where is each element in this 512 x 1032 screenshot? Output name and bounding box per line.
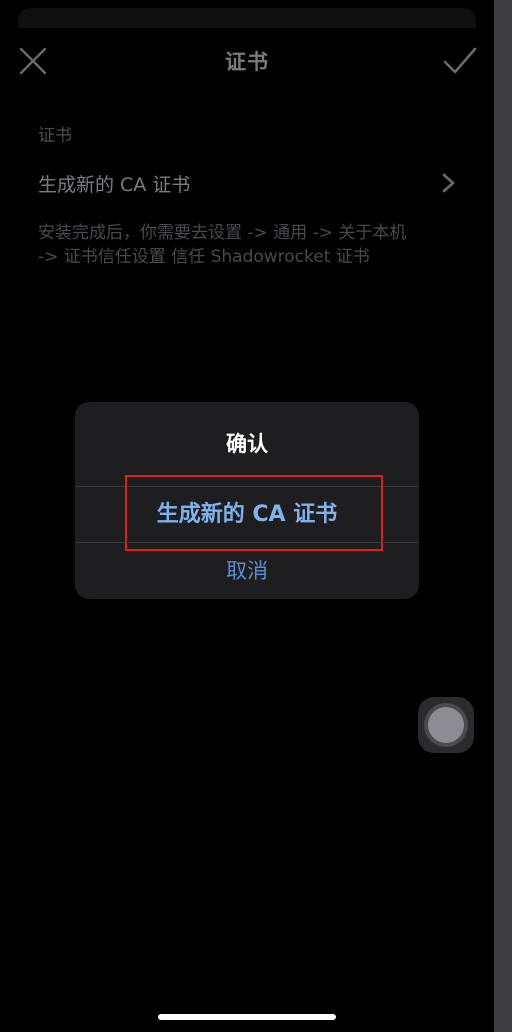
assistive-touch-icon [428, 707, 464, 743]
home-indicator[interactable] [158, 1014, 336, 1020]
alert-title: 确认 [226, 432, 268, 456]
assistive-touch-button[interactable] [418, 697, 474, 753]
highlight-annotation [125, 475, 383, 551]
side-strip [494, 0, 512, 1032]
cancel-button[interactable]: 取消 [75, 543, 419, 599]
confirm-alert: 确认 生成新的 CA 证书 取消 [75, 402, 419, 599]
screen: 证书 证书 生成新的 CA 证书 安装完成后，你需要去设置 -> 通用 -> 关… [0, 0, 494, 1032]
